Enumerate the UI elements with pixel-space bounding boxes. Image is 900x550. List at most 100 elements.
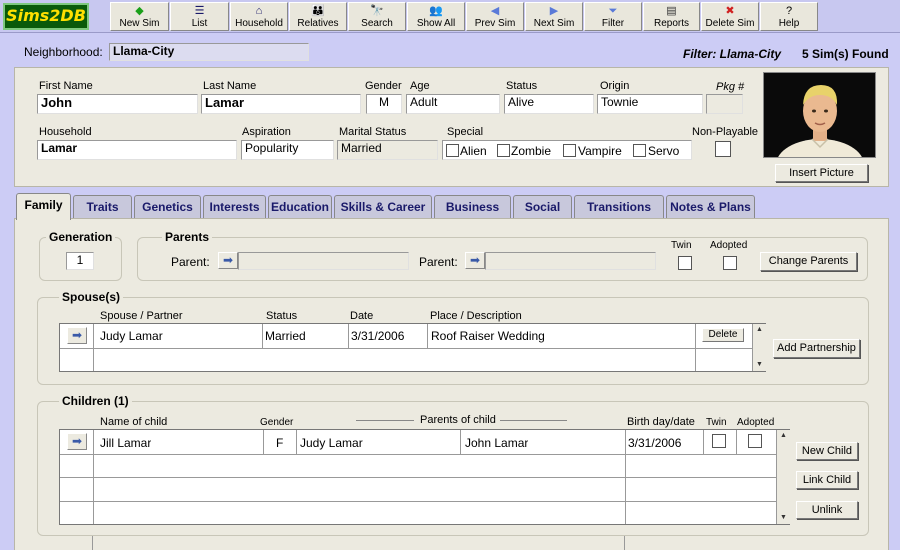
status-field[interactable]: Alive xyxy=(504,94,594,114)
non-playable-checkbox[interactable] xyxy=(715,141,731,157)
insert-picture-button[interactable]: Insert Picture xyxy=(775,164,868,182)
list-button[interactable]: ☰ List xyxy=(170,2,229,31)
parent-2-field[interactable] xyxy=(485,252,656,270)
tab-traits[interactable]: Traits xyxy=(73,195,132,219)
children-label: Children (1) xyxy=(59,394,132,408)
child-parent-1: Judy Lamar xyxy=(300,436,363,450)
non-playable-label: Non-Playable xyxy=(692,126,759,138)
parents-label: Parents xyxy=(162,230,213,244)
prev-sim-button[interactable]: ◀ Prev Sim xyxy=(466,2,524,31)
tab-education[interactable]: Education xyxy=(268,195,332,219)
spouse-goto-button[interactable]: ➡ xyxy=(67,327,87,344)
first-name-field[interactable]: John xyxy=(37,94,198,114)
marital-status-field: Married xyxy=(337,140,438,160)
help-icon: ? xyxy=(785,5,793,17)
child-gender: F xyxy=(276,436,284,450)
parent-2-label: Parent: xyxy=(419,255,458,269)
scroll-up-icon[interactable]: ▲ xyxy=(753,324,766,336)
parents-twin-label: Twin xyxy=(671,240,692,251)
toolbar-button-label: List xyxy=(191,18,208,29)
child-goto-button[interactable]: ➡ xyxy=(67,433,87,450)
zombie-checkbox[interactable] xyxy=(497,144,510,157)
filter-button[interactable]: ⏷ Filter xyxy=(584,2,642,31)
spouse-name: Judy Lamar xyxy=(100,329,163,343)
tab-family[interactable]: Family xyxy=(16,193,71,220)
prev-arrow-icon: ◀ xyxy=(490,5,500,17)
list-icon: ☰ xyxy=(194,5,205,17)
toolbar-button-label: Relatives xyxy=(297,18,339,29)
change-parents-button[interactable]: Change Parents xyxy=(760,252,857,271)
spouses-grid: ▲ ▼ xyxy=(59,323,766,372)
tab-business[interactable]: Business xyxy=(434,195,511,219)
arrow-right-icon: ➡ xyxy=(469,253,481,267)
unlink-child-button[interactable]: Unlink xyxy=(796,501,858,519)
reports-button[interactable]: ▤ Reports xyxy=(643,2,700,31)
first-name-label: First Name xyxy=(39,80,93,92)
tab-interests[interactable]: Interests xyxy=(203,195,266,219)
aspiration-field[interactable]: Popularity xyxy=(241,140,334,160)
spouse-status: Married xyxy=(265,329,306,343)
show-all-icon: 👥 xyxy=(429,5,443,17)
spouses-label: Spouse(s) xyxy=(59,290,124,304)
sims-found-count: 5 Sim(s) Found xyxy=(802,47,889,61)
gender-field[interactable]: M xyxy=(366,94,402,114)
household-button[interactable]: ⌂ Household xyxy=(230,2,288,31)
status-label: Status xyxy=(506,80,538,92)
tab-social[interactable]: Social xyxy=(513,195,572,219)
child-adopted-checkbox[interactable] xyxy=(748,434,762,448)
arrow-right-icon: ➡ xyxy=(71,328,83,342)
delete-sim-button[interactable]: ✖ Delete Sim xyxy=(701,2,759,31)
help-button[interactable]: ? Help xyxy=(760,2,818,31)
child-twin-checkbox[interactable] xyxy=(712,434,726,448)
origin-field[interactable]: Townie xyxy=(597,94,703,114)
parents-adopted-checkbox[interactable] xyxy=(723,256,737,270)
vampire-checkbox[interactable] xyxy=(563,144,576,157)
gender-label: Gender xyxy=(365,80,402,92)
tab-genetics[interactable]: Genetics xyxy=(134,195,201,219)
parent-1-field[interactable] xyxy=(238,252,409,270)
scroll-down-icon[interactable]: ▼ xyxy=(777,512,790,524)
alien-checkbox[interactable] xyxy=(446,144,459,157)
child-col-twin: Twin xyxy=(706,417,727,428)
age-field[interactable]: Adult xyxy=(406,94,500,114)
add-partnership-button[interactable]: Add Partnership xyxy=(773,339,860,358)
new-child-button[interactable]: New Child xyxy=(796,442,858,460)
spouse-col-name: Spouse / Partner xyxy=(100,310,183,322)
parent-2-goto-button[interactable]: ➡ xyxy=(465,252,485,269)
neighborhood-field[interactable]: Llama-City xyxy=(109,43,309,61)
tab-notes-plans[interactable]: Notes & Plans xyxy=(666,195,755,219)
child-name: Jill Lamar xyxy=(100,436,152,450)
child-col-birth: Birth day/date xyxy=(627,416,695,428)
special-label: Special xyxy=(447,126,484,138)
delete-icon: ✖ xyxy=(725,5,735,17)
grid-edge-line xyxy=(92,536,93,550)
relatives-icon: 👪 xyxy=(311,5,325,17)
marital-status-label: Marital Status xyxy=(339,126,407,138)
scroll-down-icon[interactable]: ▼ xyxy=(753,359,766,371)
toolbar-button-label: Filter xyxy=(601,18,625,29)
next-sim-button[interactable]: ▶ Next Sim xyxy=(525,2,583,31)
relatives-button[interactable]: 👪 Relatives xyxy=(289,2,347,31)
delete-spouse-button[interactable]: Delete xyxy=(702,328,744,342)
tab-skills-career[interactable]: Skills & Career xyxy=(334,195,432,219)
household-icon: ⌂ xyxy=(255,5,263,17)
servo-checkbox[interactable] xyxy=(633,144,646,157)
search-button[interactable]: 🔭 Search xyxy=(348,2,406,31)
age-label: Age xyxy=(410,80,430,92)
parent-1-goto-button[interactable]: ➡ xyxy=(218,252,238,269)
last-name-field[interactable]: Lamar xyxy=(201,94,361,114)
generation-field[interactable]: 1 xyxy=(66,252,94,270)
grid-edge-line xyxy=(624,536,625,550)
pkg-field[interactable] xyxy=(706,94,743,114)
toolbar-button-label: Show All xyxy=(416,18,456,29)
tab-transitions[interactable]: Transitions xyxy=(574,195,664,219)
link-child-button[interactable]: Link Child xyxy=(796,471,858,489)
show-all-button[interactable]: 👥 Show All xyxy=(407,2,465,31)
scroll-up-icon[interactable]: ▲ xyxy=(777,430,790,442)
parents-twin-checkbox[interactable] xyxy=(678,256,692,270)
household-field[interactable]: Lamar xyxy=(37,140,237,160)
toolbar: Sims2DB ◆ New Sim ☰ List ⌂ Household 👪 Relative… xyxy=(0,0,900,33)
origin-label: Origin xyxy=(600,80,630,92)
child-col-gender: Gender xyxy=(260,417,294,428)
new-sim-button[interactable]: ◆ New Sim xyxy=(110,2,169,31)
